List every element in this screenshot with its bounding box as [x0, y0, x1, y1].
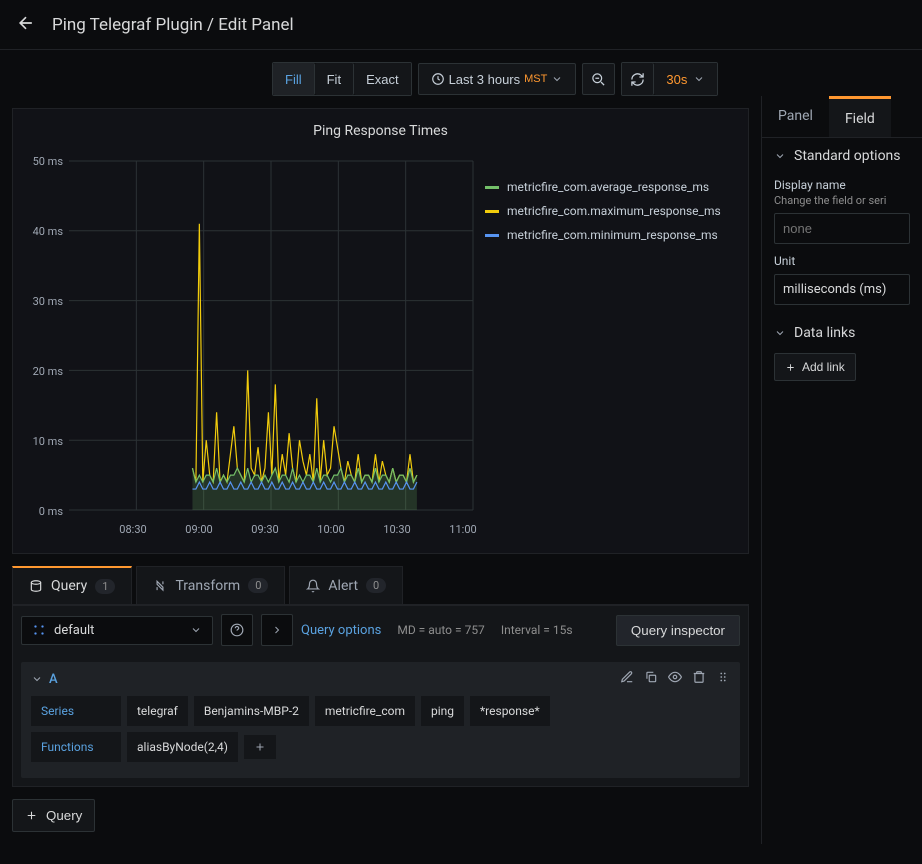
- tab-transform-count: 0: [248, 578, 268, 593]
- display-name-input[interactable]: [774, 213, 910, 244]
- zoom-out-button[interactable]: [582, 63, 615, 95]
- chart-legend: metricfire_com.average_response_ms metri…: [475, 145, 721, 545]
- query-options-link[interactable]: Query options: [301, 623, 381, 638]
- back-arrow-icon[interactable]: [16, 13, 36, 37]
- eye-icon[interactable]: [668, 670, 682, 688]
- series-segment[interactable]: metricfire_com: [315, 696, 415, 726]
- series-segment[interactable]: telegraf: [127, 696, 188, 726]
- tab-alert-label: Alert: [328, 578, 358, 594]
- x-tick: 11:00: [449, 523, 476, 536]
- series-segment[interactable]: Benjamins-MBP-2: [194, 696, 309, 726]
- series-segment[interactable]: *response*: [470, 696, 550, 726]
- refresh-interval-value: 30s: [666, 72, 687, 87]
- x-tick: 08:30: [119, 523, 146, 536]
- chart-title: Ping Response Times: [25, 117, 736, 145]
- chevron-down-icon[interactable]: [31, 673, 43, 685]
- query-letter[interactable]: A: [49, 672, 58, 687]
- legend-item[interactable]: metricfire_com.minimum_response_ms: [485, 223, 721, 247]
- functions-label: Functions: [31, 732, 121, 762]
- x-tick: 10:30: [383, 523, 410, 536]
- view-mode-group: Fill Fit Exact: [272, 62, 412, 96]
- data-links-header[interactable]: Data links: [774, 325, 910, 345]
- x-tick: 09:00: [185, 523, 212, 536]
- tab-query-label: Query: [51, 578, 87, 594]
- legend-swatch: [485, 234, 499, 237]
- legend-label: metricfire_com.maximum_response_ms: [507, 204, 721, 218]
- tab-alert-count: 0: [366, 578, 386, 593]
- add-link-label: Add link: [802, 360, 845, 374]
- timerange-label: Last 3 hours: [449, 72, 521, 87]
- query-options-toggle[interactable]: [261, 614, 293, 646]
- legend-swatch: [485, 210, 499, 213]
- function-segment[interactable]: aliasByNode(2,4): [127, 732, 238, 762]
- chart-plot[interactable]: 50 ms 40 ms 30 ms 20 ms 10 ms 0 ms 08:30…: [25, 145, 475, 545]
- help-button[interactable]: [221, 614, 253, 646]
- legend-item[interactable]: metricfire_com.average_response_ms: [485, 175, 721, 199]
- series-label: Series: [31, 696, 121, 726]
- copy-icon[interactable]: [644, 670, 658, 688]
- drag-handle-icon[interactable]: [716, 670, 730, 688]
- legend-swatch: [485, 186, 499, 189]
- x-tick: 09:30: [251, 523, 278, 536]
- query-interval: Interval = 15s: [501, 623, 573, 637]
- trash-icon[interactable]: [692, 670, 706, 688]
- tab-transform-label: Transform: [175, 578, 240, 594]
- query-inspector-button[interactable]: Query inspector: [616, 615, 740, 646]
- standard-options-header[interactable]: Standard options: [774, 148, 910, 168]
- legend-label: metricfire_com.average_response_ms: [507, 180, 709, 194]
- edit-icon[interactable]: [620, 670, 634, 688]
- refresh-button[interactable]: [622, 63, 654, 95]
- side-tab-field[interactable]: Field: [829, 96, 891, 137]
- unit-label: Unit: [774, 254, 910, 268]
- series-segment[interactable]: ping: [421, 696, 464, 726]
- legend-item[interactable]: metricfire_com.maximum_response_ms: [485, 199, 721, 223]
- query-md: MD = auto = 757: [397, 623, 484, 637]
- legend-label: metricfire_com.minimum_response_ms: [507, 228, 718, 242]
- add-function-button[interactable]: [244, 735, 276, 759]
- display-name-help: Change the field or seri: [774, 194, 910, 207]
- fill-button[interactable]: Fill: [273, 63, 315, 95]
- add-query-button[interactable]: Query: [12, 799, 95, 832]
- fit-button[interactable]: Fit: [315, 63, 354, 95]
- standard-options-title: Standard options: [794, 148, 901, 164]
- exact-button[interactable]: Exact: [354, 63, 411, 95]
- tab-query-count: 1: [95, 579, 115, 594]
- display-name-label: Display name: [774, 178, 910, 192]
- tab-query[interactable]: Query 1: [12, 566, 132, 604]
- page-title: Ping Telegraf Plugin / Edit Panel: [52, 15, 294, 35]
- side-tab-panel[interactable]: Panel: [762, 96, 829, 137]
- refresh-interval-picker[interactable]: 30s: [654, 63, 717, 95]
- x-tick: 10:00: [317, 523, 344, 536]
- tab-alert[interactable]: Alert 0: [289, 566, 403, 604]
- timezone-label: MST: [524, 73, 547, 85]
- tab-transform[interactable]: Transform 0: [136, 566, 285, 604]
- add-query-label: Query: [46, 808, 82, 823]
- unit-select[interactable]: milliseconds (ms): [774, 274, 910, 305]
- datasource-select[interactable]: default: [21, 616, 213, 645]
- add-link-button[interactable]: Add link: [774, 353, 856, 381]
- timerange-picker[interactable]: Last 3 hours MST: [418, 63, 577, 95]
- datasource-value: default: [54, 623, 94, 638]
- data-links-title: Data links: [794, 325, 855, 341]
